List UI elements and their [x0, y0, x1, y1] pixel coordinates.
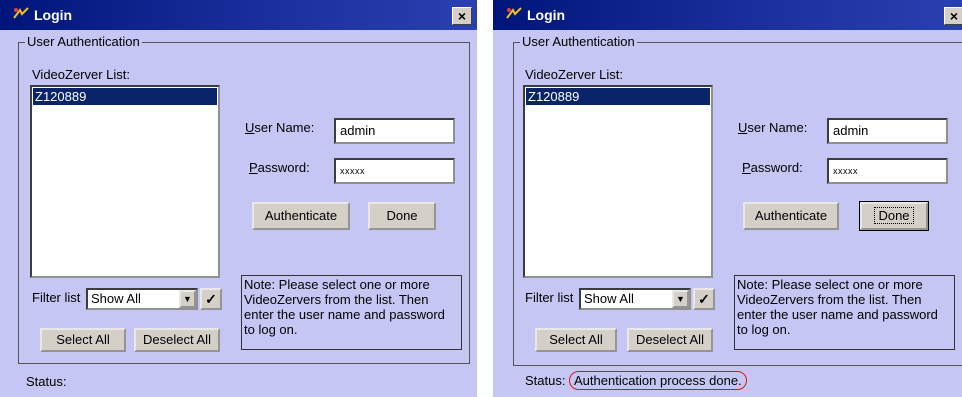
select-all-button[interactable]: Select All — [40, 328, 126, 352]
apply-filter-button[interactable]: ✓ — [693, 288, 715, 310]
password-label: Password: — [742, 160, 803, 175]
done-button[interactable]: Done — [859, 201, 929, 231]
password-field[interactable]: xxxxx — [827, 158, 948, 184]
done-button[interactable]: Done — [368, 202, 436, 230]
chevron-down-icon[interactable]: ▼ — [672, 290, 689, 308]
videozerver-listbox[interactable]: Z120889 — [30, 85, 220, 278]
filter-list-label: Filter list — [32, 290, 81, 305]
chevron-down-icon[interactable]: ▼ — [179, 290, 196, 308]
status-label: Status: — [525, 373, 566, 388]
deselect-all-button[interactable]: Deselect All — [134, 328, 220, 352]
list-item[interactable]: Z120889 — [526, 88, 710, 105]
group-label: User Authentication — [520, 34, 637, 49]
filter-list-value: Show All — [91, 291, 141, 306]
username-field[interactable]: admin — [334, 118, 455, 144]
username-label: User Name: — [738, 120, 808, 135]
filter-list-select[interactable]: Show All ▼ — [86, 288, 198, 310]
deselect-all-button[interactable]: Deselect All — [627, 328, 713, 352]
username-label: User Name: — [245, 120, 315, 135]
note-text: Note: Please select one or more VideoZer… — [734, 275, 955, 350]
password-field[interactable]: xxxxx — [334, 158, 455, 184]
login-dialog-before: Login × User Authentication VideoZerver … — [0, 0, 477, 397]
dialog-title: Login — [34, 7, 73, 23]
password-label: Password: — [249, 160, 310, 175]
list-item[interactable]: Z120889 — [33, 88, 217, 105]
apply-filter-button[interactable]: ✓ — [200, 288, 222, 310]
status-label: Status: — [26, 374, 67, 389]
login-dialog-after: Login × User Authentication VideoZerver … — [493, 0, 962, 397]
group-label: User Authentication — [25, 34, 142, 49]
filter-list-label: Filter list — [525, 290, 574, 305]
filter-list-select[interactable]: Show All ▼ — [579, 288, 691, 310]
close-button[interactable]: × — [944, 7, 962, 25]
videozerver-list-label: VideoZerver List: — [32, 67, 131, 82]
videozerver-list-label: VideoZerver List: — [525, 67, 624, 82]
status-text: Authentication process done. — [569, 371, 747, 390]
title-bar[interactable]: Login × — [0, 0, 477, 30]
done-button-label: Done — [874, 207, 914, 224]
filter-list-value: Show All — [584, 291, 634, 306]
title-bar[interactable]: Login × — [493, 0, 962, 30]
app-icon — [13, 7, 29, 19]
videozerver-listbox[interactable]: Z120889 — [523, 85, 713, 278]
app-icon — [506, 7, 522, 19]
note-text: Note: Please select one or more VideoZer… — [241, 275, 462, 350]
authenticate-button[interactable]: Authenticate — [252, 202, 350, 230]
select-all-button[interactable]: Select All — [535, 328, 617, 352]
authenticate-button[interactable]: Authenticate — [743, 202, 839, 230]
dialog-title: Login — [527, 7, 566, 23]
username-field[interactable]: admin — [827, 118, 948, 144]
close-button[interactable]: × — [452, 7, 472, 25]
